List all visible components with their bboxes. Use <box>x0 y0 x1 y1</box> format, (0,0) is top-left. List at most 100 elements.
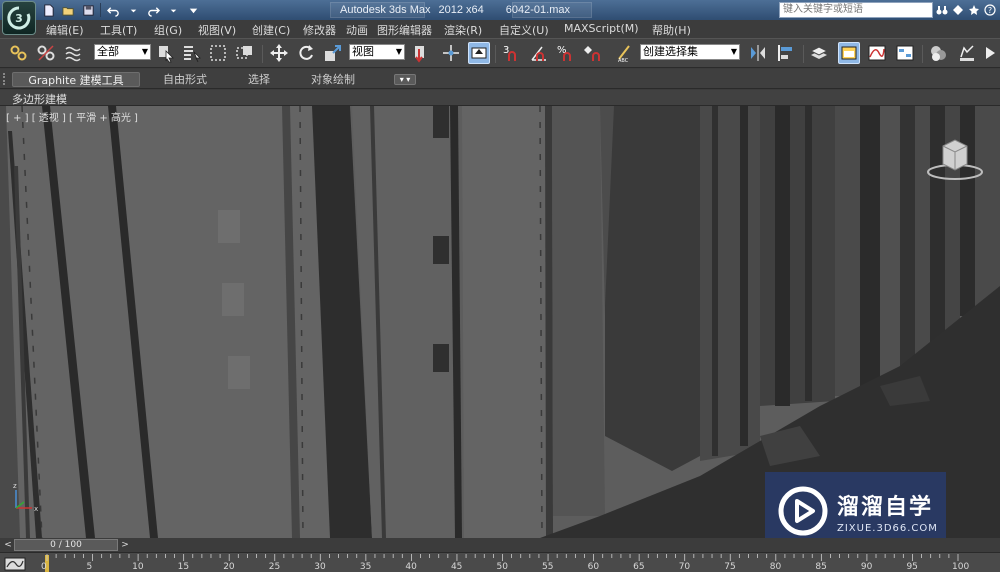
tab-graphite-modeling[interactable]: Graphite 建模工具 <box>12 72 140 87</box>
rendered-frame-window-icon[interactable] <box>980 42 1000 64</box>
ribbon-panel: 多边形建模 <box>0 90 1000 106</box>
toolbar-separator <box>803 45 804 63</box>
toolbar-separator <box>922 45 923 63</box>
time-slider-thumb[interactable]: 0 / 100 <box>14 539 118 551</box>
material-editor-icon[interactable] <box>927 42 949 64</box>
svg-text:x: x <box>34 505 38 513</box>
tab-freeform[interactable]: 自由形式 <box>150 72 220 87</box>
search-input[interactable]: 键入关键字或短语 <box>779 2 933 18</box>
ribbon-options-dropdown[interactable]: ▾ ▾ <box>394 74 416 85</box>
keyboard-shortcut-override-icon[interactable] <box>468 42 490 64</box>
angle-snap-toggle-icon[interactable] <box>528 42 550 64</box>
menu-rendering[interactable]: 渲染(R) <box>444 22 482 38</box>
menu-views[interactable]: 视图(V) <box>198 22 236 38</box>
undo-icon[interactable] <box>105 2 121 18</box>
select-by-name-icon[interactable] <box>181 42 203 64</box>
open-folder-icon[interactable] <box>60 2 76 18</box>
select-and-link-icon[interactable] <box>8 42 30 64</box>
menu-create[interactable]: 创建(C) <box>252 22 290 38</box>
tab-object-paint[interactable]: 对象绘制 <box>298 72 368 87</box>
watermark-title: 溜溜自学 <box>837 494 934 520</box>
chevron-down-icon: ▾ ▾ <box>399 75 411 84</box>
edit-named-selection-icon[interactable]: ABC <box>614 42 636 64</box>
save-icon[interactable] <box>80 2 96 18</box>
menu-tools[interactable]: 工具(T) <box>100 22 137 38</box>
time-slider[interactable]: < 0 / 100 > <box>0 538 1000 552</box>
titlebar-right-icons: ? <box>936 2 996 17</box>
ribbon-grip[interactable] <box>3 73 7 85</box>
schematic-view-icon[interactable] <box>894 42 916 64</box>
svg-text:ABC: ABC <box>618 58 629 63</box>
polygon-modeling-label[interactable]: 多边形建模 <box>12 91 67 107</box>
favorites-star-icon[interactable] <box>968 2 980 17</box>
menu-help[interactable]: 帮助(H) <box>652 22 691 38</box>
select-and-rotate-icon[interactable] <box>295 42 317 64</box>
app-logo-icon[interactable]: 3 <box>2 1 36 35</box>
binoculars-icon[interactable] <box>936 2 948 17</box>
select-object-icon[interactable] <box>155 42 177 64</box>
menu-group[interactable]: 组(G) <box>154 22 182 38</box>
align-icon[interactable] <box>775 42 797 64</box>
toolbar-options-icon[interactable] <box>185 2 201 18</box>
menu-animation[interactable]: 动画 <box>346 22 368 38</box>
redo-icon[interactable] <box>145 2 161 18</box>
perspective-viewport[interactable]: [ + ] [ 透视 ] [ 平滑 + 高光 ] z x 溜溜自学 ZIXUE.… <box>0 106 1000 538</box>
tab-selection[interactable]: 选择 <box>236 72 282 87</box>
qa-separator <box>100 3 101 17</box>
track-bar-tick-label: 95 <box>906 562 918 572</box>
time-slider-prev-button[interactable]: < <box>3 539 13 551</box>
selection-filter-value: 全部 <box>97 45 119 58</box>
help-icon[interactable]: ? <box>984 2 996 17</box>
app-window: Autodesk 3ds Max 2012 x64 6042-01.max 键入… <box>0 0 1000 572</box>
menu-maxscript[interactable]: MAXScript(M) <box>564 22 639 35</box>
select-and-scale-icon[interactable] <box>322 42 344 64</box>
select-and-manipulate-icon[interactable] <box>440 42 462 64</box>
curve-editor-icon[interactable] <box>866 42 888 64</box>
viewport-label[interactable]: [ + ] [ 透视 ] [ 平滑 + 高光 ] <box>6 109 138 124</box>
track-bar-tick-label: 60 <box>587 562 600 572</box>
watermark-text: 溜溜自学 ZIXUE.3D66.COM <box>837 489 938 534</box>
quick-access-toolbar <box>40 1 201 19</box>
track-bar-tick-label: 15 <box>177 562 190 572</box>
use-pivot-center-icon[interactable] <box>409 42 431 64</box>
render-setup-icon[interactable] <box>956 42 978 64</box>
selection-filter-dropdown[interactable]: 全部 ▼ <box>94 44 151 60</box>
unlink-selection-icon[interactable] <box>35 42 57 64</box>
bind-to-space-warp-icon[interactable] <box>62 42 84 64</box>
play-logo-icon <box>778 486 828 536</box>
track-bar[interactable]: 0 5 10 15 20 25 30 35 40 45 50 55 60 65 70 75 80 85 90 95 10… <box>0 552 1000 572</box>
app-version: 2012 x64 <box>438 4 484 16</box>
communication-center-icon[interactable] <box>952 2 964 17</box>
graphite-modeling-tools-icon[interactable] <box>838 42 860 64</box>
track-bar-tick-label: 30 <box>314 562 326 572</box>
menu-modifiers[interactable]: 修改器 <box>303 22 336 38</box>
redo-dropdown-icon[interactable] <box>165 2 181 18</box>
track-bar-tick-label: 0 <box>41 562 47 572</box>
menu-graph-editors[interactable]: 图形编辑器 <box>377 22 432 38</box>
layer-manager-icon[interactable] <box>808 42 830 64</box>
track-bar-tick-label: 85 <box>815 562 827 572</box>
reference-coordinate-dropdown[interactable]: 视图 ▼ <box>349 44 405 60</box>
rectangular-selection-icon[interactable] <box>207 42 229 64</box>
toolbar-separator <box>495 45 496 63</box>
track-bar-tick-label: 5 <box>86 562 93 572</box>
track-bar-tick-label: 75 <box>724 562 736 572</box>
named-selection-value: 创建选择集 <box>643 45 698 58</box>
viewcube-icon[interactable] <box>925 134 985 182</box>
track-bar-tick-label: 25 <box>268 562 281 572</box>
spinner-snap-toggle-icon[interactable] <box>582 42 604 64</box>
watermark-url: ZIXUE.3D66.COM <box>837 522 938 534</box>
window-crossing-icon[interactable] <box>234 42 256 64</box>
menu-edit[interactable]: 编辑(E) <box>46 22 84 38</box>
time-slider-next-button[interactable]: > <box>120 539 130 551</box>
percent-snap-toggle-icon[interactable]: % <box>555 42 577 64</box>
track-bar-tick-label: 80 <box>769 562 782 572</box>
mirror-icon[interactable] <box>747 42 769 64</box>
named-selection-dropdown[interactable]: 创建选择集 ▼ <box>640 44 740 60</box>
menu-customize[interactable]: 自定义(U) <box>499 22 549 38</box>
file-name: 6042-01.max <box>505 4 570 16</box>
select-and-move-icon[interactable] <box>268 42 290 64</box>
new-file-icon[interactable] <box>40 2 56 18</box>
snaps-toggle-icon[interactable]: 3 <box>500 42 522 64</box>
undo-dropdown-icon[interactable] <box>125 2 141 18</box>
